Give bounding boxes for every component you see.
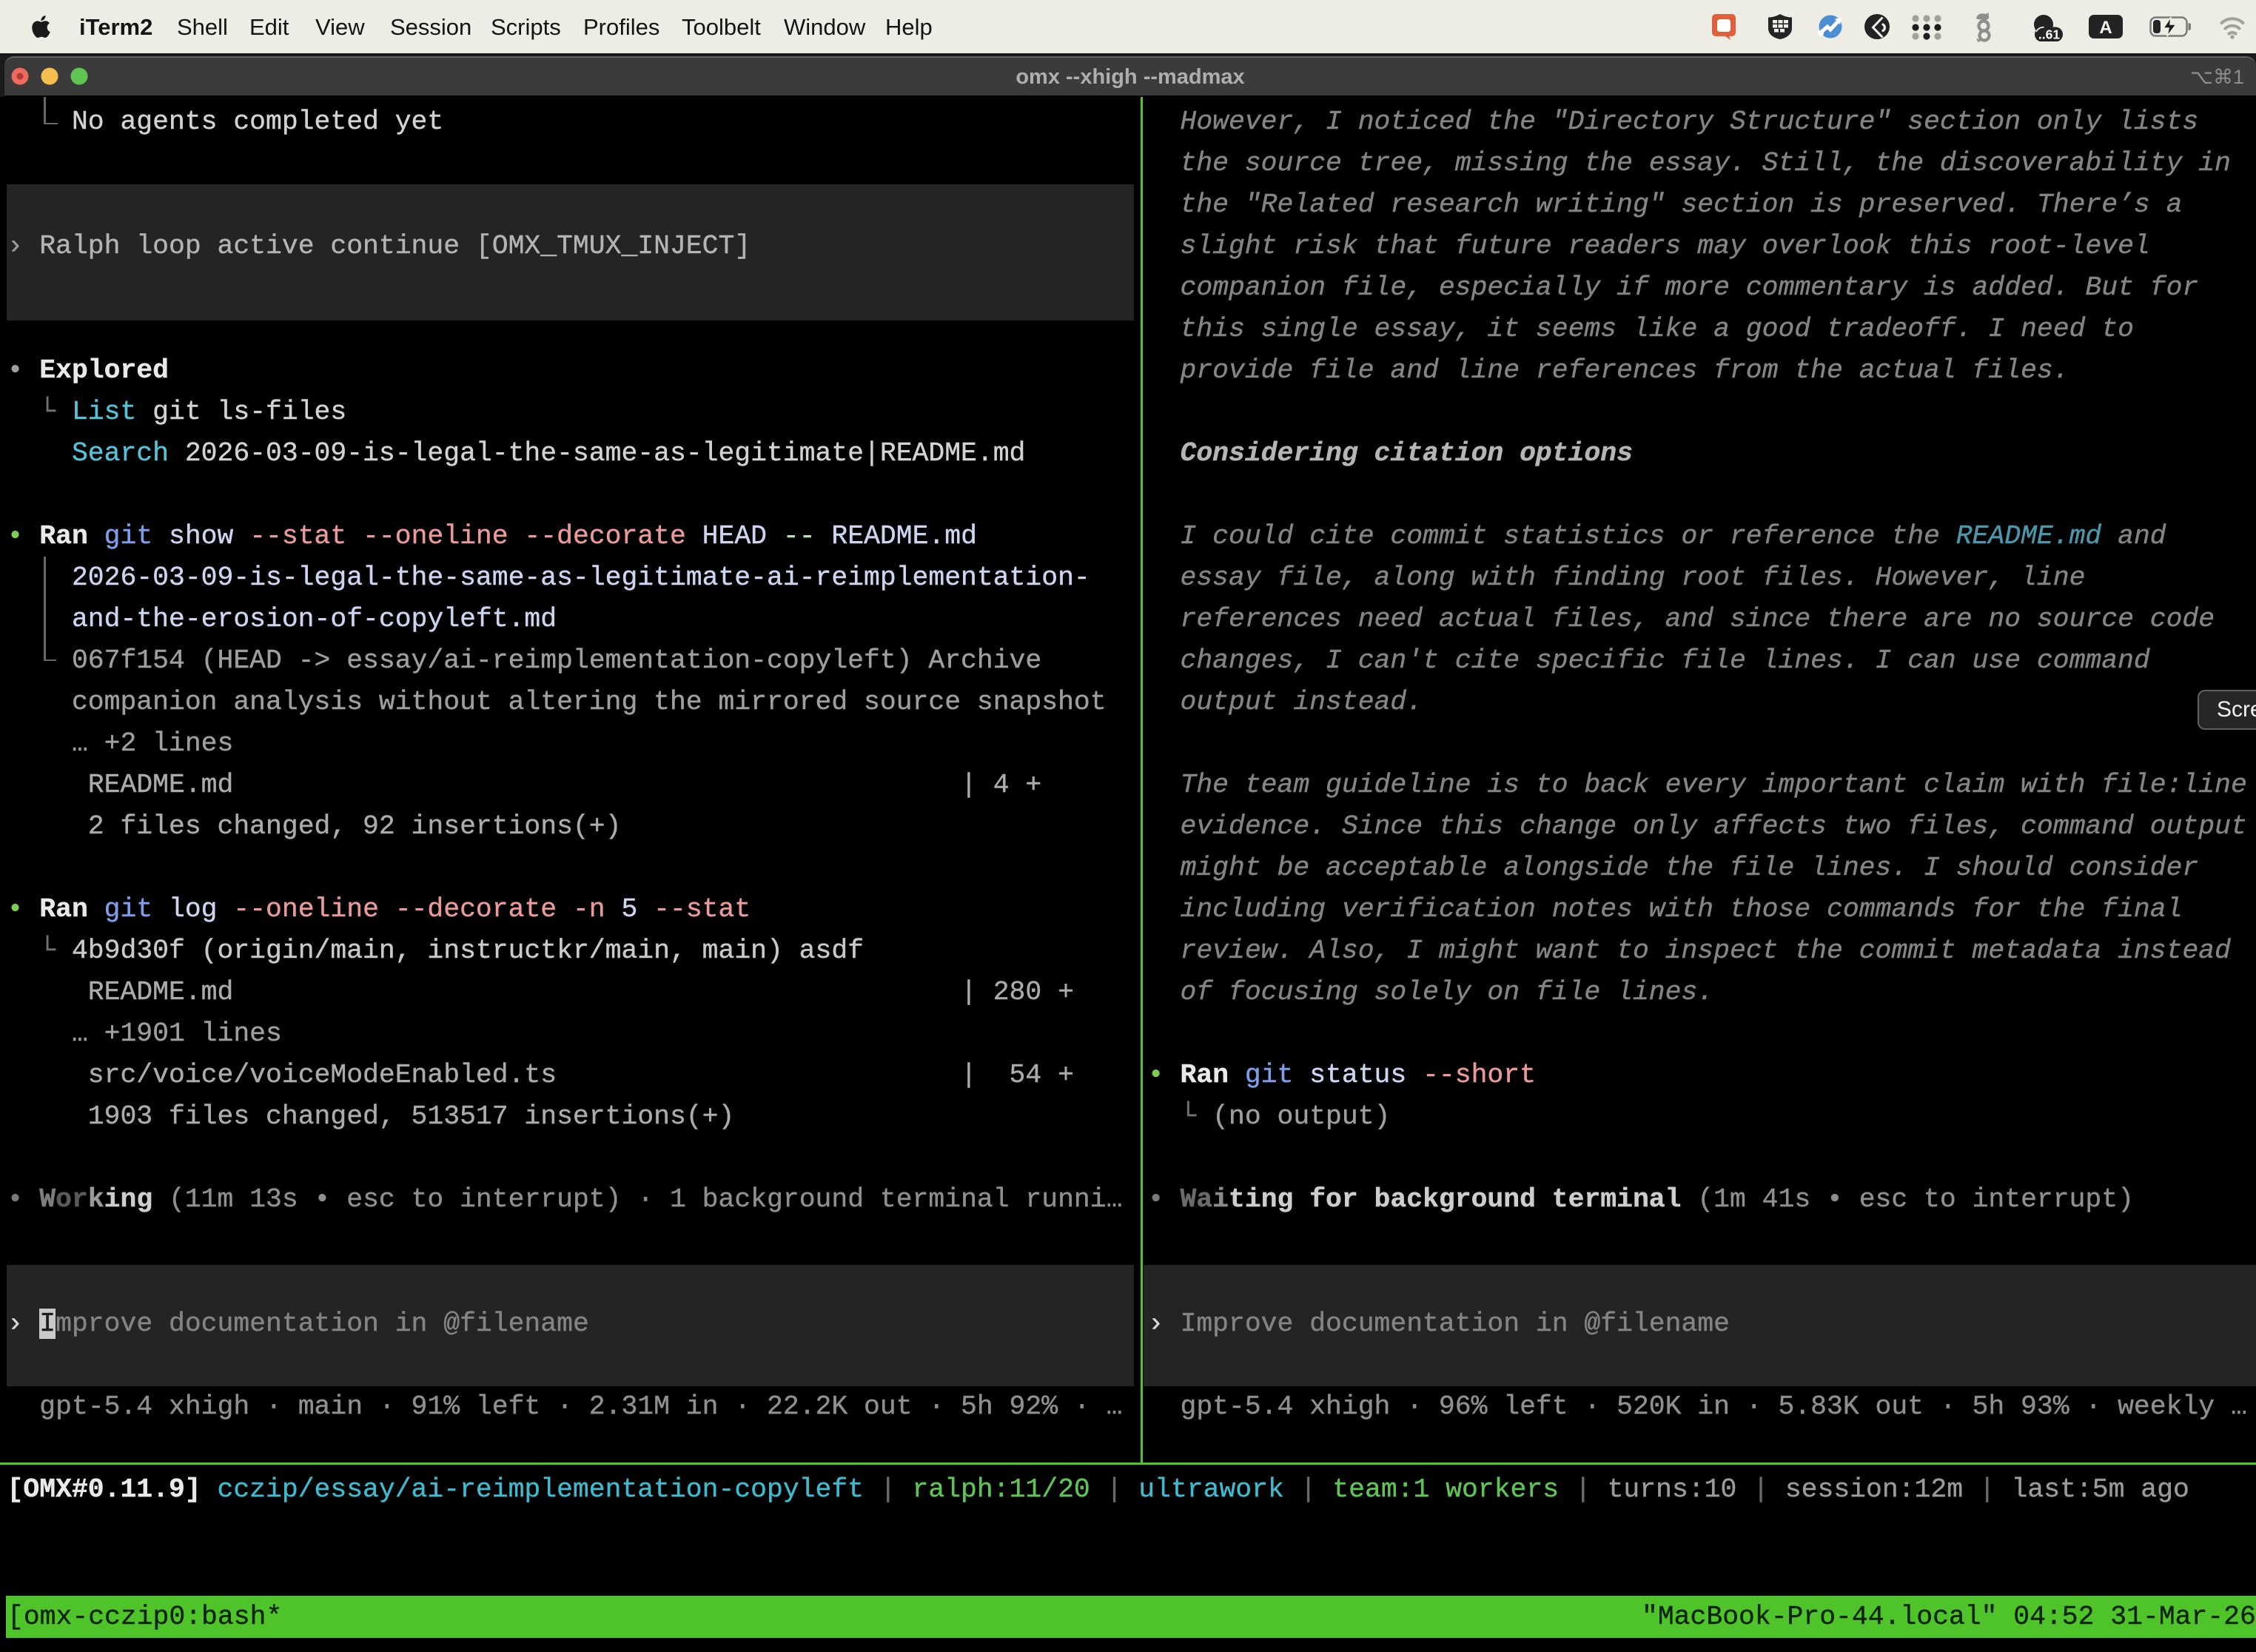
svg-text:..61: ..61 [2038,27,2060,42]
svg-text:A: A [2099,18,2112,38]
